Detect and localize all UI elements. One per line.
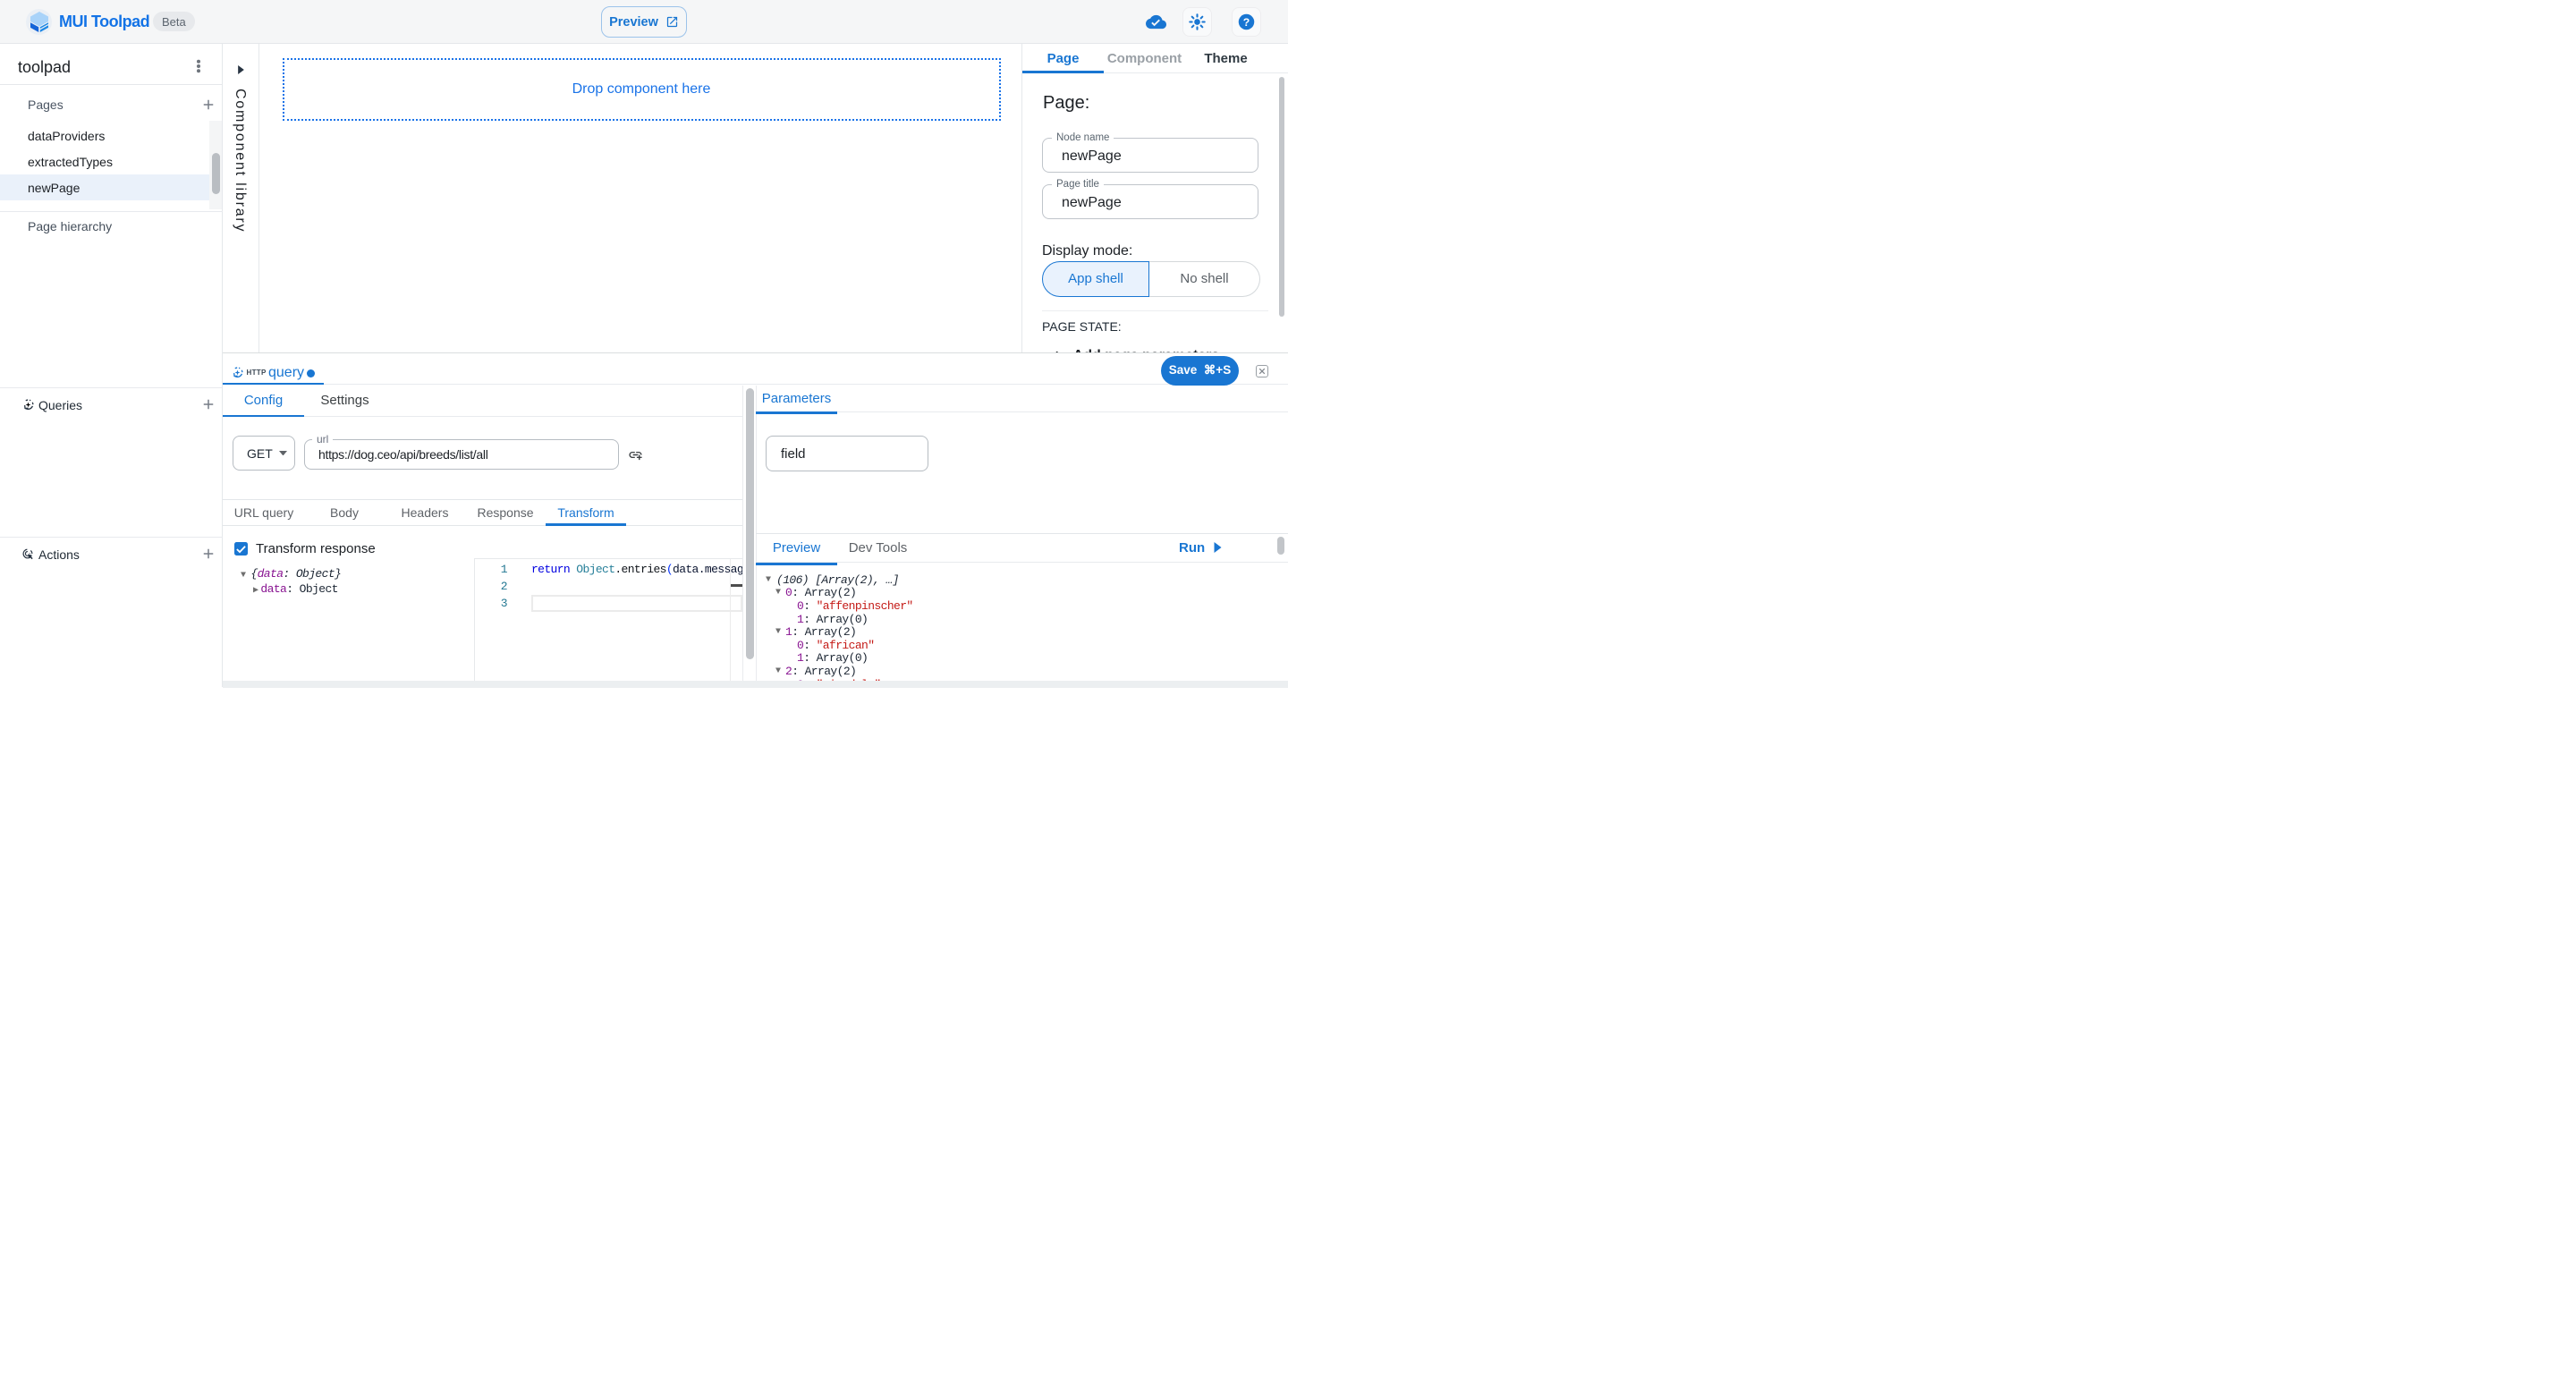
- svg-text:?: ?: [1243, 16, 1250, 29]
